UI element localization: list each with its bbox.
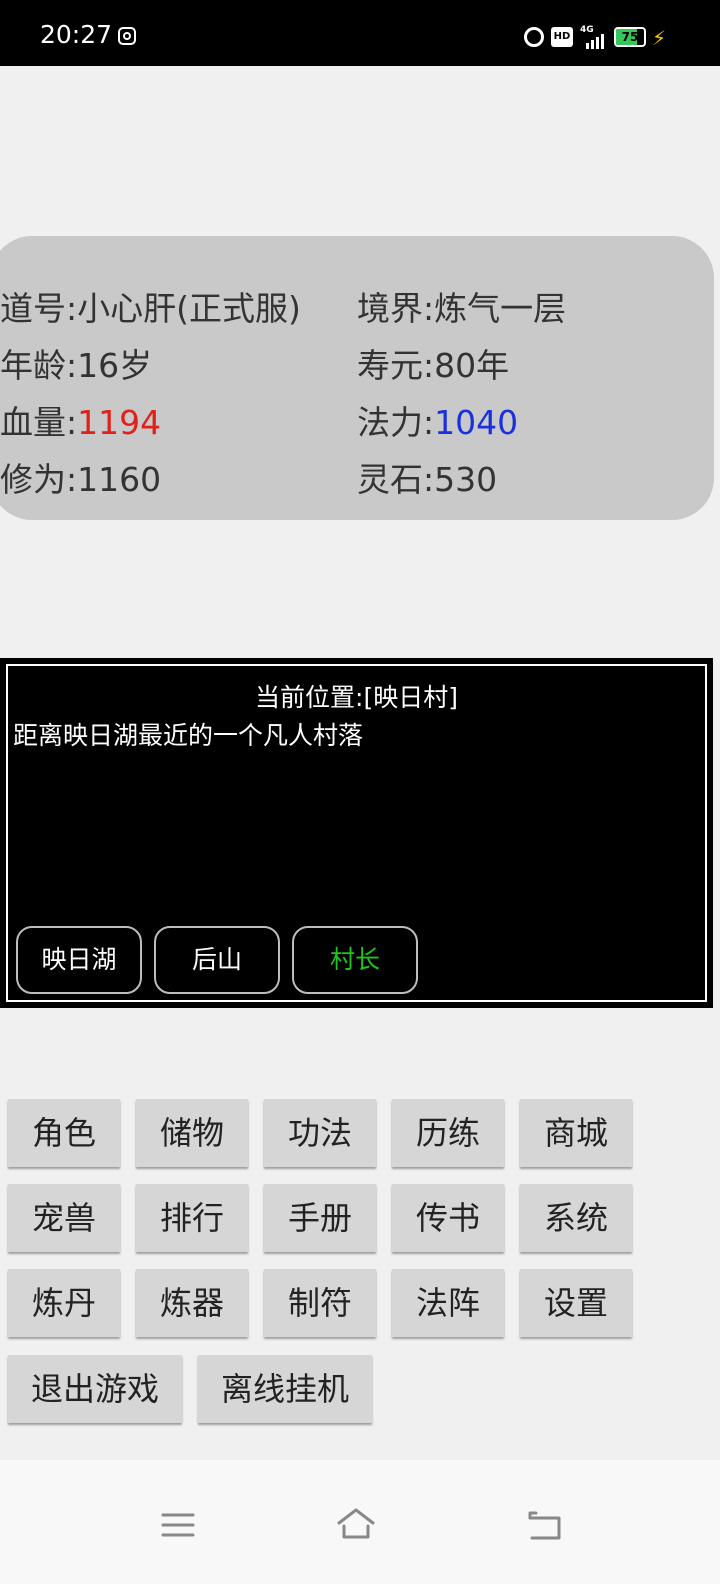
player-cultivation-row: 修为:1160 (0, 453, 161, 501)
menu-offline-idle-button[interactable]: 离线挂机 (198, 1355, 372, 1423)
hd-icon: HD (551, 27, 573, 47)
menu-formation-button[interactable]: 法阵 (392, 1269, 504, 1337)
menu-character-button[interactable]: 角色 (8, 1099, 120, 1167)
player-name-row: 道号:小心肝(正式服) (0, 282, 301, 330)
player-mp-value: 1040 (434, 403, 519, 442)
player-lifespan-row: 寿元:80年 (357, 339, 509, 387)
player-realm-label: 境界: (357, 289, 435, 328)
player-age-row: 年龄:16岁 (0, 339, 152, 387)
location-panel: 当前位置:[映日村] 距离映日湖最近的一个凡人村落 映日湖 后山 村长 (0, 658, 713, 1008)
menu-settings-button[interactable]: 设置 (520, 1269, 632, 1337)
charging-icon: ⚡ (652, 26, 667, 50)
menu-system-button[interactable]: 系统 (520, 1184, 632, 1252)
player-mp-row: 法力:1040 (357, 396, 518, 444)
player-realm-row: 境界:炼气一层 (357, 282, 566, 330)
home-icon[interactable] (336, 1506, 376, 1542)
menu-icon[interactable] (160, 1510, 196, 1540)
player-mp-label: 法力: (357, 403, 435, 442)
app-notification-icon (118, 27, 136, 45)
network-type: 4G (580, 25, 594, 35)
location-action-yingri-lake[interactable]: 映日湖 (16, 926, 142, 994)
player-spirit-stone-value: 530 (434, 460, 498, 499)
player-name: 小心肝(正式服) (77, 289, 301, 328)
menu-forging-button[interactable]: 炼器 (136, 1269, 248, 1337)
menu-exit-game-button[interactable]: 退出游戏 (8, 1355, 182, 1423)
signal-icon: 4G (580, 25, 606, 49)
player-lifespan: 80年 (434, 346, 510, 385)
alarm-icon (524, 27, 544, 47)
location-panel-inner: 当前位置:[映日村] 距离映日湖最近的一个凡人村落 映日湖 后山 村长 (6, 664, 707, 1002)
battery-icon: 75 (614, 27, 646, 47)
player-hp-row: 血量:1194 (0, 396, 161, 444)
player-realm: 炼气一层 (434, 289, 567, 328)
menu-ranking-button[interactable]: 排行 (136, 1184, 248, 1252)
player-spirit-stone-label: 灵石: (357, 460, 435, 499)
location-title: 当前位置:[映日村] (255, 683, 458, 712)
menu-training-button[interactable]: 历练 (392, 1099, 504, 1167)
battery-level: 75 (621, 30, 639, 44)
menu-handbook-button[interactable]: 手册 (264, 1184, 376, 1252)
player-cultivation-label: 修为: (0, 460, 78, 499)
player-age-label: 年龄: (0, 346, 78, 385)
player-spirit-stone-row: 灵石:530 (357, 453, 497, 501)
player-lifespan-label: 寿元: (357, 346, 435, 385)
menu-shop-button[interactable]: 商城 (520, 1099, 632, 1167)
location-description: 距离映日湖最近的一个凡人村落 (13, 721, 364, 750)
location-action-village-chief[interactable]: 村长 (292, 926, 418, 994)
player-hp-value: 1194 (77, 403, 162, 442)
location-action-back-mountain[interactable]: 后山 (154, 926, 280, 994)
back-icon[interactable] (526, 1510, 564, 1542)
menu-talisman-button[interactable]: 制符 (264, 1269, 376, 1337)
menu-skills-button[interactable]: 功法 (264, 1099, 376, 1167)
menu-messages-button[interactable]: 传书 (392, 1184, 504, 1252)
player-cultivation-value: 1160 (77, 460, 162, 499)
menu-storage-button[interactable]: 储物 (136, 1099, 248, 1167)
player-age: 16岁 (77, 346, 153, 385)
player-hp-label: 血量: (0, 403, 78, 442)
navigation-bar (0, 1460, 720, 1584)
status-bar: 20:27 HD 4G 75 ⚡ (0, 0, 720, 66)
menu-pets-button[interactable]: 宠兽 (8, 1184, 120, 1252)
menu-alchemy-button[interactable]: 炼丹 (8, 1269, 120, 1337)
status-time: 20:27 (40, 20, 113, 49)
player-name-label: 道号: (0, 289, 78, 328)
